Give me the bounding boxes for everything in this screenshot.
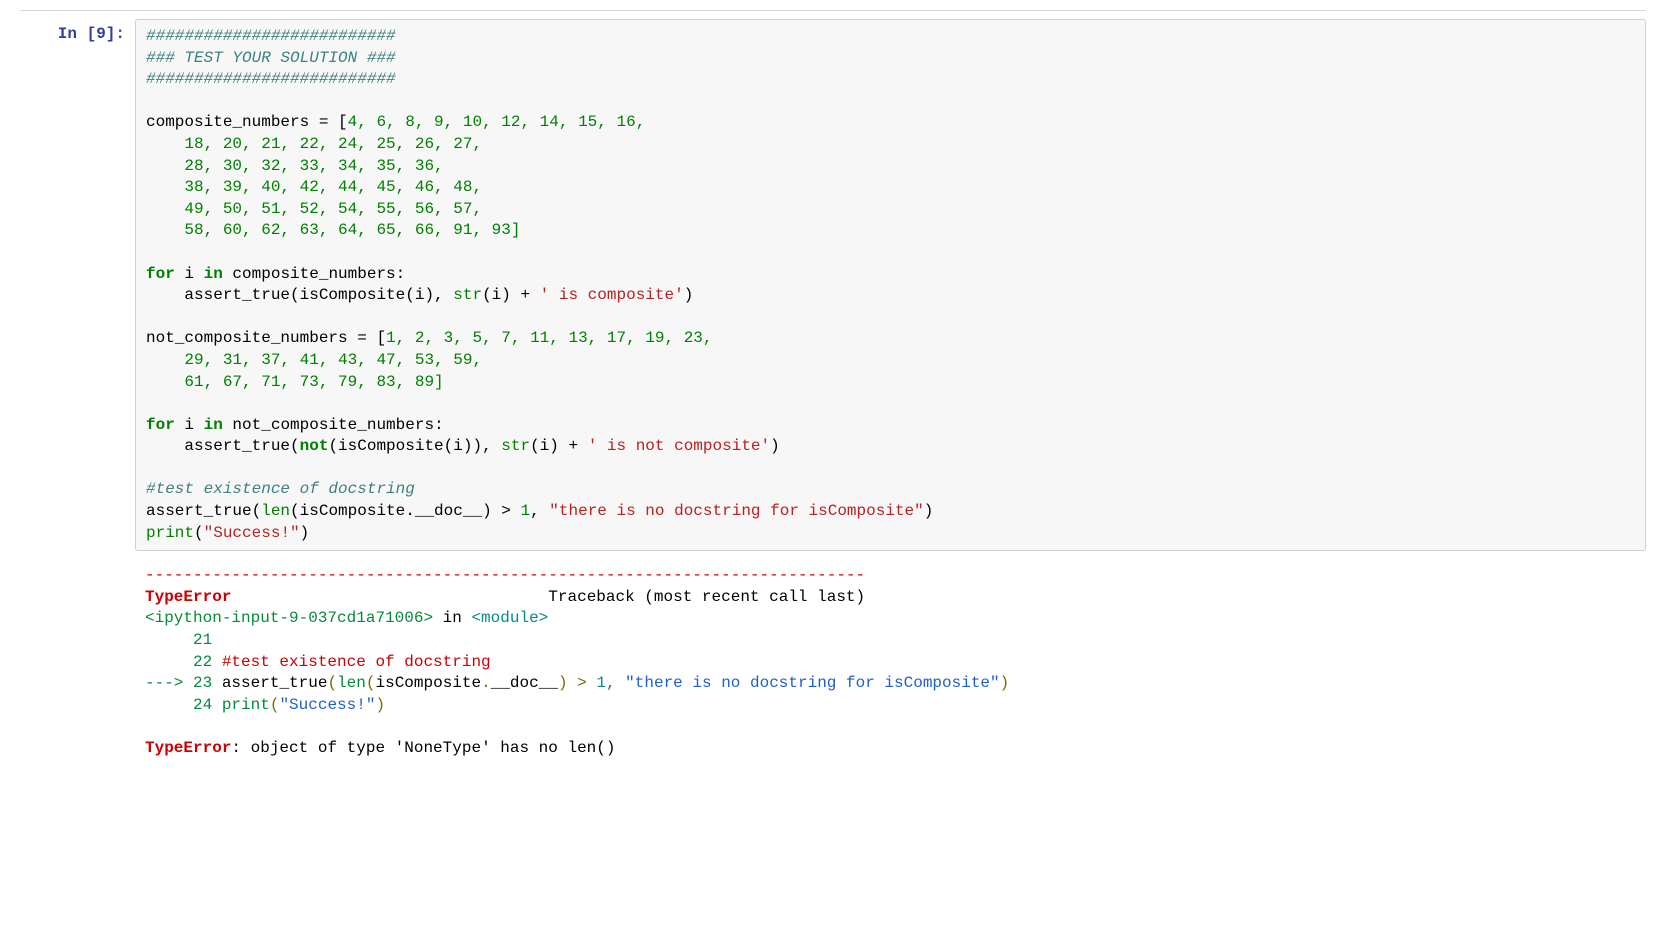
code-builtin: str — [453, 286, 482, 304]
code-keyword: in — [204, 265, 223, 283]
error-type: TypeError — [145, 588, 231, 606]
traceback-string: "Success!" — [279, 696, 375, 714]
traceback-paren: ) — [558, 674, 568, 692]
code-numbers: 58, 60, 62, 63, 64, 65, 66, 91, 93] — [146, 221, 520, 239]
traceback-number: 1 — [596, 674, 606, 692]
code-builtin: len — [261, 502, 290, 520]
code-numbers: 61, 67, 71, 73, 79, 83, 89] — [146, 373, 444, 391]
code-comment: ### TEST YOUR SOLUTION ### — [146, 49, 396, 67]
code-numbers: 28, 30, 32, 33, 34, 35, 36, — [146, 157, 444, 175]
code-string: ' is composite' — [540, 286, 684, 304]
code-number: 1 — [520, 502, 530, 520]
code-text: assert_true( — [146, 502, 261, 520]
code-numbers: 49, 50, 51, 52, 54, 55, 56, 57, — [146, 200, 482, 218]
traceback-code: isComposite — [375, 674, 481, 692]
code-text: (i) + — [530, 437, 588, 455]
code-numbers: 18, 20, 21, 22, 24, 25, 26, 27, — [146, 135, 482, 153]
line-number: 22 — [145, 653, 222, 671]
code-string: ' is not composite' — [588, 437, 770, 455]
traceback-comment: #test existence of docstring — [222, 653, 491, 671]
output-prompt — [20, 559, 135, 571]
code-text: i — [175, 416, 204, 434]
traceback-op: > — [568, 674, 597, 692]
traceback-comma: , — [606, 674, 625, 692]
traceback-file: <ipython-input-9-037cd1a71006> — [145, 609, 433, 627]
traceback-dot: . — [481, 674, 491, 692]
code-text: ) — [770, 437, 780, 455]
code-input[interactable]: ########################## ### TEST YOUR… — [135, 19, 1646, 551]
output-cell: ----------------------------------------… — [20, 559, 1646, 765]
code-text: assert_true( — [146, 437, 300, 455]
code-text: ) — [300, 524, 310, 542]
line-number: 24 — [145, 696, 222, 714]
code-text: i — [175, 265, 204, 283]
traceback-in: in — [433, 609, 471, 627]
code-keyword: in — [204, 416, 223, 434]
code-builtin: str — [501, 437, 530, 455]
code-keyword: for — [146, 265, 175, 283]
code-string: "Success!" — [204, 524, 300, 542]
code-comment: ########################## — [146, 27, 396, 45]
code-numbers: 38, 39, 40, 42, 44, 45, 46, 48, — [146, 178, 482, 196]
code-text: (isComposite(i)), — [328, 437, 501, 455]
line-number: 21 — [145, 631, 222, 649]
code-text: not_composite_numbers: — [223, 416, 444, 434]
traceback-output: ----------------------------------------… — [135, 559, 1646, 765]
code-keyword: not — [300, 437, 329, 455]
code-text: ) — [924, 502, 934, 520]
code-builtin: print — [146, 524, 194, 542]
traceback-builtin: len — [337, 674, 366, 692]
traceback-code: assert_true — [222, 674, 328, 692]
code-numbers: 1, 2, 3, 5, 7, 11, 13, 17, 19, 23, — [386, 329, 712, 347]
code-text: not_composite_numbers = [ — [146, 329, 386, 347]
traceback-builtin: print — [222, 696, 270, 714]
notebook-container: In [9]: ########################## ### T… — [0, 0, 1666, 776]
code-text: (i) + — [482, 286, 540, 304]
traceback-label: Traceback (most recent call last) — [548, 588, 865, 606]
input-prompt: In [9]: — [20, 19, 135, 49]
traceback-code: __doc__ — [491, 674, 558, 692]
code-text: ( — [194, 524, 204, 542]
code-text: composite_numbers: — [223, 265, 405, 283]
traceback-divider: ----------------------------------------… — [145, 566, 865, 584]
traceback-paren: ) — [375, 696, 385, 714]
code-string: "there is no docstring for isComposite" — [549, 502, 923, 520]
line-number: 23 — [193, 674, 222, 692]
error-message: : object of type 'NoneType' has no len() — [231, 739, 615, 757]
error-type-final: TypeError — [145, 739, 231, 757]
code-text: ) — [684, 286, 694, 304]
traceback-spacer — [231, 588, 548, 606]
code-text: , — [530, 502, 549, 520]
code-cell: In [9]: ########################## ### T… — [20, 19, 1646, 551]
code-numbers: 29, 31, 37, 41, 43, 47, 53, 59, — [146, 351, 482, 369]
code-text: composite_numbers = [ — [146, 113, 348, 131]
traceback-arrow: ---> — [145, 674, 193, 692]
traceback-paren: ) — [1000, 674, 1010, 692]
code-text: assert_true(isComposite(i), — [146, 286, 453, 304]
traceback-module: <module> — [471, 609, 548, 627]
traceback-string: "there is no docstring for isComposite" — [625, 674, 999, 692]
traceback-paren: ( — [270, 696, 280, 714]
traceback-paren: ( — [327, 674, 337, 692]
code-numbers: 4, 6, 8, 9, 10, 12, 14, 15, 16, — [348, 113, 646, 131]
top-divider — [20, 10, 1646, 11]
code-keyword: for — [146, 416, 175, 434]
code-comment: #test existence of docstring — [146, 480, 415, 498]
code-text: (isComposite.__doc__) > — [290, 502, 520, 520]
code-comment: ########################## — [146, 70, 396, 88]
